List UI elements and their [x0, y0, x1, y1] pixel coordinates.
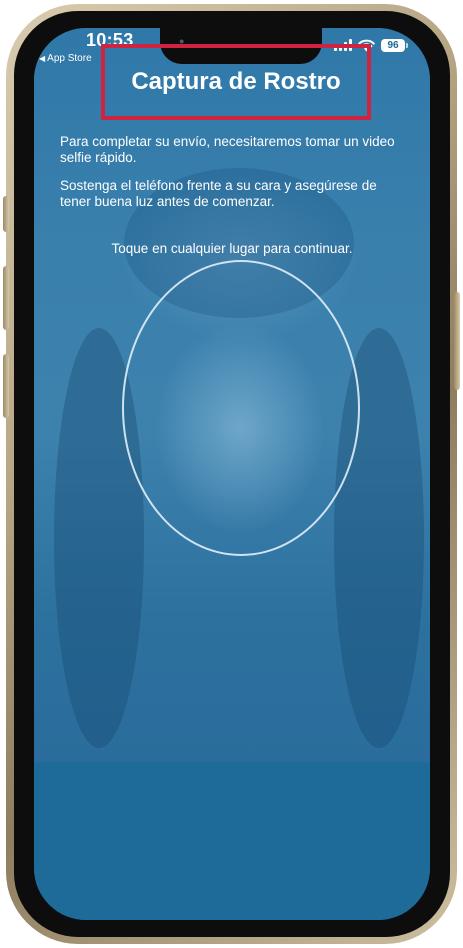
instruction-paragraph-1: Para completar su envío, necesitaremos t… [60, 134, 395, 165]
selfie-capture-screen[interactable]: ● 10:53 ◀ App Store 96 Captura de Rostro … [34, 28, 430, 920]
silent-switch [3, 196, 9, 232]
volume-up-button [3, 266, 9, 330]
battery-level: 96 [387, 39, 399, 51]
bottom-panel[interactable] [34, 762, 430, 920]
back-arrow-icon: ◀ [39, 54, 46, 63]
battery-icon: 96 [381, 38, 408, 52]
volume-down-button [3, 354, 9, 418]
home-indicator[interactable] [169, 904, 303, 909]
page-title: Captura de Rostro [131, 68, 341, 95]
tap-to-continue-hint[interactable]: Toque en cualquier lugar para continuar. [34, 241, 430, 256]
face-guide-oval [122, 260, 360, 556]
instruction-paragraph-2: Sostenga el teléfono frente a su cara y … [60, 178, 377, 209]
back-app-label: App Store [47, 53, 92, 64]
back-to-app-link[interactable]: ◀ App Store [39, 53, 92, 64]
power-button [454, 292, 460, 390]
